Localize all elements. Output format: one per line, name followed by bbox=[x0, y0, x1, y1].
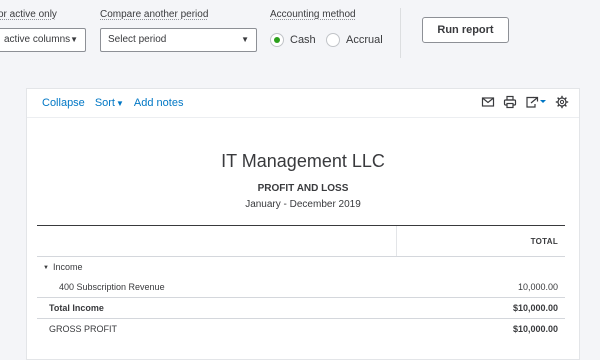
compare-period-label: Compare another period bbox=[100, 9, 209, 20]
total-income-row: Total Income $10,000.00 bbox=[37, 297, 565, 318]
gear-icon[interactable] bbox=[555, 95, 569, 109]
account-label[interactable]: 400 Subscription Revenue bbox=[59, 282, 165, 292]
chevron-down-icon: ▼ bbox=[241, 35, 249, 44]
report-actions: Collapse Sort▼ Add notes bbox=[42, 97, 193, 109]
account-amount[interactable]: 10,000.00 bbox=[518, 282, 558, 292]
accounting-method-label: Accounting method bbox=[270, 9, 356, 20]
collapse-link[interactable]: Collapse bbox=[42, 97, 85, 109]
compare-period-select[interactable]: Select period ▼ bbox=[100, 28, 257, 52]
report-table: TOTAL ▼ Income 400 Subscription Revenue 1… bbox=[37, 225, 565, 339]
sort-button[interactable]: Sort▼ bbox=[95, 97, 124, 109]
total-column-header: TOTAL bbox=[530, 237, 558, 246]
report-toolbar: or active only active columns ▼ Compare … bbox=[0, 0, 600, 72]
active-filter-label: or active only bbox=[0, 9, 57, 20]
gross-profit-row: GROSS PROFIT $10,000.00 bbox=[37, 318, 565, 339]
table-header: TOTAL bbox=[37, 225, 565, 257]
income-label: ▼ Income bbox=[43, 262, 82, 272]
income-text: Income bbox=[52, 262, 83, 272]
radio-unselected-icon bbox=[326, 33, 340, 47]
toolbar-divider bbox=[400, 8, 401, 58]
cash-radio-label: Cash bbox=[290, 34, 316, 46]
report-period: January - December 2019 bbox=[245, 199, 361, 210]
compare-period-value: Select period bbox=[108, 34, 167, 45]
email-icon[interactable] bbox=[481, 95, 495, 109]
gross-profit-amount[interactable]: $10,000.00 bbox=[513, 324, 558, 334]
column-divider bbox=[396, 226, 397, 256]
report-title: PROFIT AND LOSS bbox=[257, 183, 349, 194]
collapse-triangle-icon[interactable]: ▼ bbox=[43, 265, 49, 271]
accrual-radio-label: Accrual bbox=[346, 34, 383, 46]
active-filter-select[interactable]: active columns ▼ bbox=[0, 28, 86, 52]
active-filter-value: active columns bbox=[4, 34, 71, 45]
chevron-down-icon: ▼ bbox=[70, 35, 78, 44]
add-notes-link[interactable]: Add notes bbox=[134, 97, 184, 109]
gross-profit-label: GROSS PROFIT bbox=[49, 324, 118, 334]
report-panel: Collapse Sort▼ Add notes IT Management L… bbox=[26, 88, 580, 360]
total-income-label: Total Income bbox=[49, 303, 104, 313]
radio-selected-icon bbox=[270, 33, 284, 47]
company-name: IT Management LLC bbox=[221, 151, 385, 171]
run-report-button[interactable]: Run report bbox=[422, 17, 509, 43]
caret-down-icon: ▼ bbox=[116, 99, 124, 108]
table-row: 400 Subscription Revenue 10,000.00 bbox=[37, 277, 565, 297]
export-icon[interactable] bbox=[525, 95, 547, 109]
cash-radio[interactable]: Cash bbox=[270, 31, 316, 49]
sort-label: Sort bbox=[94, 97, 115, 109]
accrual-radio[interactable]: Accrual bbox=[326, 31, 383, 49]
report-icon-bar bbox=[473, 95, 569, 109]
income-section-row[interactable]: ▼ Income bbox=[37, 257, 565, 277]
print-icon[interactable] bbox=[503, 95, 517, 109]
total-income-amount[interactable]: $10,000.00 bbox=[513, 303, 558, 313]
panel-divider bbox=[27, 117, 579, 118]
